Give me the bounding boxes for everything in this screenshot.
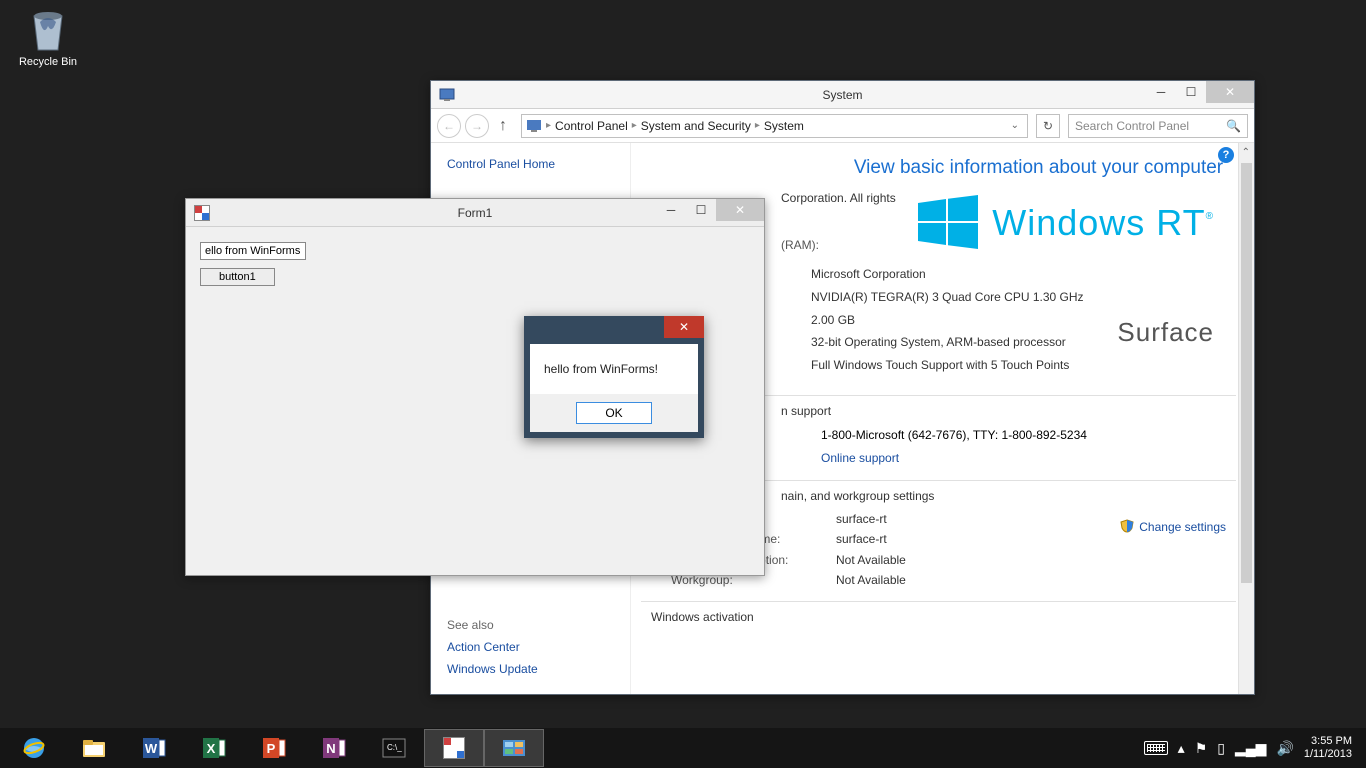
action-center-icon[interactable]: ⚑: [1195, 740, 1208, 757]
taskbar: W X P N C:\_ ▴ ⚑ ▯ ▂▄▆ 🔊 3:55 PM 1/11/20…: [0, 728, 1366, 768]
volume-icon[interactable]: 🔊: [1276, 740, 1293, 757]
breadcrumb-system-security[interactable]: System and Security: [641, 119, 751, 133]
messagebox: ✕ hello from WinForms! OK: [524, 316, 704, 438]
messagebox-close-button[interactable]: ✕: [664, 316, 704, 338]
search-input[interactable]: Search Control Panel 🔍: [1068, 114, 1248, 138]
breadcrumb-system[interactable]: System: [764, 119, 804, 133]
up-button[interactable]: ↑: [493, 117, 513, 135]
windows-logo-icon: [916, 191, 980, 255]
messagebox-ok-button[interactable]: OK: [576, 402, 651, 424]
textbox1[interactable]: [200, 242, 306, 260]
ram-value: 2.00 GB: [811, 309, 1084, 332]
address-bar[interactable]: ▸ Control Panel ▸ System and Security ▸ …: [521, 114, 1028, 138]
shield-icon: [1120, 519, 1134, 533]
messagebox-text: hello from WinForms!: [530, 344, 698, 394]
network-icon[interactable]: ▂▄▆: [1235, 740, 1266, 757]
domain-section: nain, and workgroup settings: [781, 489, 1236, 503]
system-icon: [439, 87, 455, 103]
taskbar-cmd[interactable]: C:\_: [364, 729, 424, 767]
support-phone: 1-800-Microsoft (642-7676), TTY: 1-800-8…: [821, 424, 1236, 447]
svg-text:C:\_: C:\_: [387, 743, 402, 752]
scrollbar[interactable]: [1238, 143, 1254, 694]
activation-section: Windows activation: [651, 610, 1236, 624]
windows-update-link[interactable]: Windows Update: [447, 662, 538, 676]
description-value: Not Available: [836, 550, 906, 570]
taskbar-onenote[interactable]: N: [304, 729, 364, 767]
computer-name-value: surface-rt: [836, 509, 887, 529]
battery-icon[interactable]: ▯: [1217, 740, 1225, 757]
taskbar-word[interactable]: W: [124, 729, 184, 767]
support-section: n support: [781, 404, 1236, 418]
system-titlebar[interactable]: System ─ ☐ ✕: [431, 81, 1254, 109]
taskbar-explorer[interactable]: [64, 729, 124, 767]
system-tray: ▴ ⚑ ▯ ▂▄▆ 🔊 3:55 PM 1/11/2013: [1144, 735, 1362, 761]
surface-brand: Surface: [1117, 317, 1214, 348]
address-dropdown-icon[interactable]: ⌄: [1007, 120, 1023, 131]
recycle-bin-icon: [26, 6, 70, 54]
online-support-link[interactable]: Online support: [821, 451, 899, 465]
touch-value: Full Windows Touch Support with 5 Touch …: [811, 354, 1084, 377]
full-name-value: surface-rt: [836, 529, 887, 549]
maximize-button[interactable]: ☐: [1176, 81, 1206, 103]
see-also-label: See also: [447, 618, 494, 632]
tray-chevron-icon[interactable]: ▴: [1178, 740, 1185, 757]
breadcrumb-control-panel[interactable]: Control Panel: [555, 119, 628, 133]
svg-text:W: W: [145, 741, 158, 756]
svg-text:P: P: [267, 741, 276, 756]
processor-value: NVIDIA(R) TEGRA(R) 3 Quad Core CPU 1.30 …: [811, 286, 1084, 309]
windows-brand-text: Windows RT®: [992, 202, 1214, 244]
winforms-app-icon: [194, 205, 210, 221]
scroll-up-icon[interactable]: ⌃: [1242, 147, 1250, 158]
action-center-link[interactable]: Action Center: [447, 640, 538, 654]
change-settings-link[interactable]: Change settings: [1139, 520, 1226, 534]
winforms-app-icon: [443, 737, 465, 759]
form1-minimize-button[interactable]: ─: [656, 199, 686, 221]
taskbar-ie[interactable]: [4, 729, 64, 767]
windows-logo: Windows RT®: [916, 191, 1214, 255]
location-icon: [526, 118, 542, 134]
crumb-sep-icon: ▸: [632, 120, 637, 131]
search-placeholder: Search Control Panel: [1075, 119, 1189, 133]
crumb-sep-icon: ▸: [546, 120, 551, 131]
workgroup-value: Not Available: [836, 570, 906, 590]
taskbar-excel[interactable]: X: [184, 729, 244, 767]
close-button[interactable]: ✕: [1206, 81, 1254, 103]
form1-close-button[interactable]: ✕: [716, 199, 764, 221]
back-button[interactable]: ←: [437, 114, 461, 138]
system-title: System: [431, 88, 1254, 102]
manufacturer-value: Microsoft Corporation: [811, 263, 1084, 286]
taskbar-clock[interactable]: 3:55 PM 1/11/2013: [1304, 735, 1352, 761]
svg-text:N: N: [326, 741, 335, 756]
help-icon[interactable]: ?: [1218, 147, 1234, 163]
clock-time: 3:55 PM: [1304, 735, 1352, 748]
minimize-button[interactable]: ─: [1146, 81, 1176, 103]
search-icon: 🔍: [1226, 119, 1241, 133]
control-panel-home-link[interactable]: Control Panel Home: [447, 157, 614, 171]
page-heading: View basic information about your comput…: [841, 157, 1236, 179]
scrollbar-thumb[interactable]: [1241, 163, 1252, 583]
messagebox-titlebar[interactable]: ✕: [530, 322, 698, 344]
forward-button[interactable]: →: [465, 114, 489, 138]
crumb-sep-icon: ▸: [755, 120, 760, 131]
recycle-bin[interactable]: Recycle Bin: [12, 6, 84, 68]
recycle-bin-label: Recycle Bin: [19, 56, 77, 68]
clock-date: 1/11/2013: [1304, 748, 1352, 761]
touch-keyboard-icon[interactable]: [1144, 741, 1168, 755]
nav-toolbar: ← → ↑ ▸ Control Panel ▸ System and Secur…: [431, 109, 1254, 143]
form1-titlebar[interactable]: Form1 ─ ☐ ✕: [186, 199, 764, 227]
refresh-button[interactable]: ↻: [1036, 114, 1060, 138]
taskbar-powerpoint[interactable]: P: [244, 729, 304, 767]
button1[interactable]: button1: [200, 268, 275, 286]
taskbar-form1-app[interactable]: [424, 729, 484, 767]
systype-value: 32-bit Operating System, ARM-based proce…: [811, 331, 1084, 354]
svg-text:X: X: [207, 741, 216, 756]
form1-maximize-button[interactable]: ☐: [686, 199, 716, 221]
taskbar-control-panel[interactable]: [484, 729, 544, 767]
